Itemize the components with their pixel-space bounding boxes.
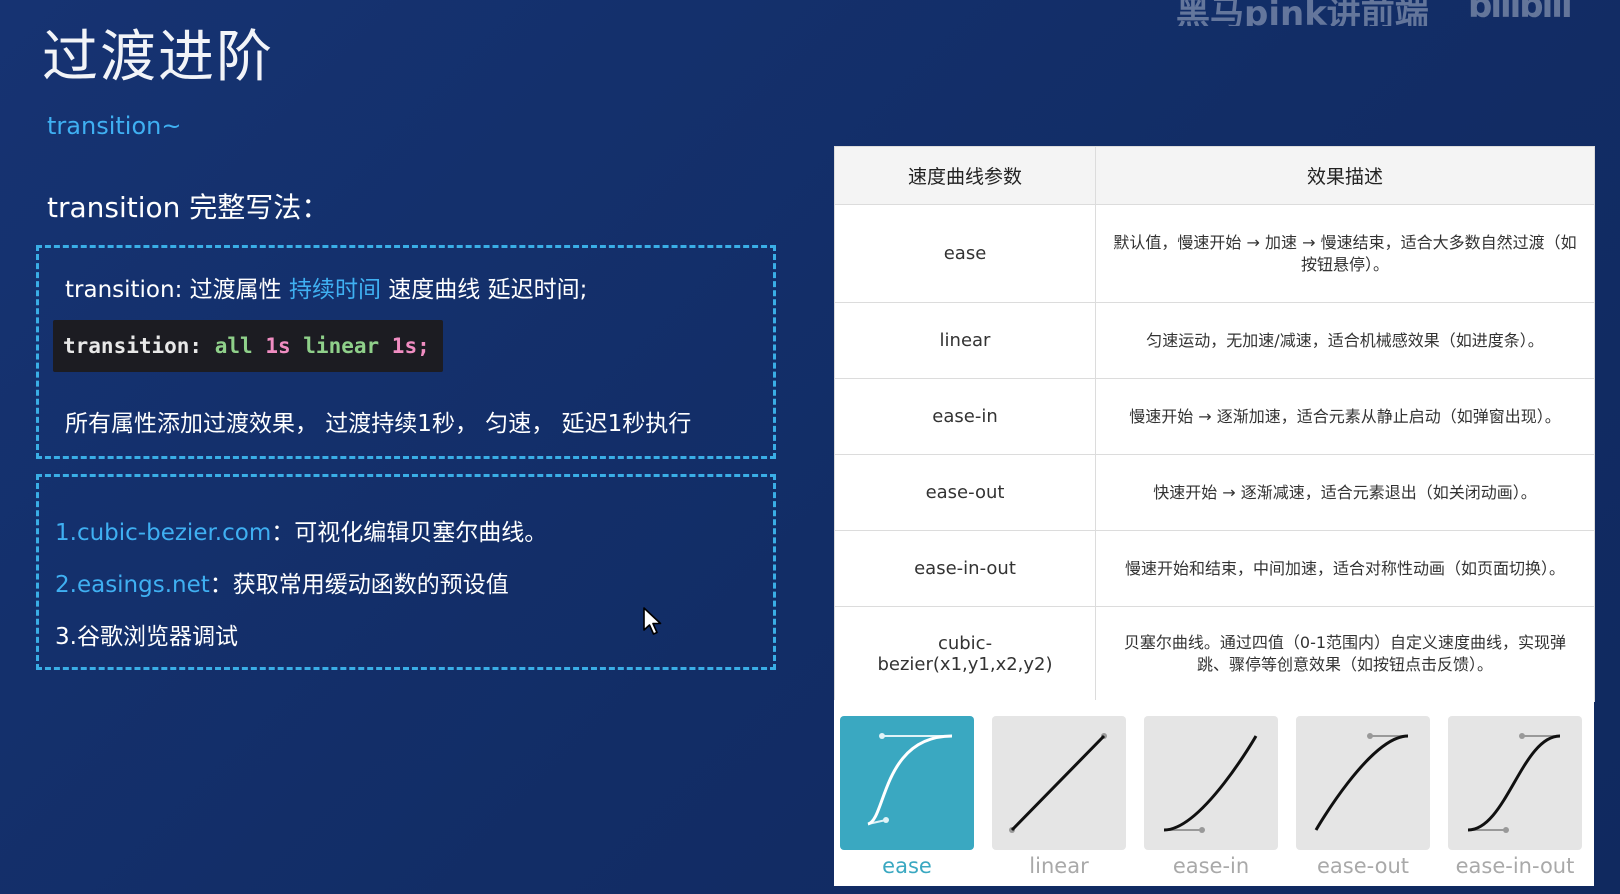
ease-curve-icon (867, 733, 953, 826)
cubic-bezier-link[interactable]: 1.cubic-bezier.com (55, 520, 271, 546)
tool-item-text: 3.谷歌浏览器调试 (55, 624, 238, 650)
ease-out-curve-icon (1314, 733, 1409, 831)
timing-function-table-panel: 速度曲线参数 效果描述 ease 默认值，慢速开始 → 加速 → 慢速结束，适合… (834, 146, 1595, 702)
desc-cell: 贝塞尔曲线。通过四值（0-1范围内）自定义速度曲线，实现弹跳、骤停等创意效果（如… (1095, 606, 1595, 702)
tool-item-text: ：可视化编辑贝塞尔曲线。 (271, 520, 548, 546)
linear-curve-icon (1009, 733, 1107, 833)
code-explanation: 所有属性添加过渡效果， 过渡持续1秒， 匀速， 延迟1秒执行 (65, 411, 692, 437)
desc-cell: 匀速运动，无加速/减速，适合机械感效果（如进度条）。 (1095, 302, 1595, 379)
code-value-timing: linear (303, 334, 380, 358)
curve-label-ease: ease (882, 854, 932, 878)
table-row: linear 匀速运动，无加速/减速，适合机械感效果（如进度条）。 (834, 302, 1595, 379)
syntax-suffix: 速度曲线 延迟时间; (380, 277, 588, 303)
code-property: transition: (63, 334, 203, 358)
curve-card-ease[interactable] (840, 716, 974, 850)
param-cell: ease-in-out (834, 530, 1096, 607)
ease-in-out-curve-icon (1467, 733, 1561, 833)
param-cell: ease-in (834, 378, 1096, 455)
table-header-row: 速度曲线参数 效果描述 (834, 146, 1595, 205)
syntax-duration-highlight: 持续时间 (288, 277, 381, 303)
tool-item-text: ：获取常用缓动函数的预设值 (209, 572, 509, 598)
curve-label-ease-in: ease-in (1172, 854, 1250, 878)
desc-cell: 慢速开始和结束，中间加速，适合对称性动画（如页面切换）。 (1095, 530, 1595, 607)
curve-label-linear: linear (1029, 854, 1089, 878)
page-title: 过渡进阶 (42, 25, 274, 90)
table-row: ease 默认值，慢速开始 → 加速 → 慢速结束，适合大多数自然过渡（如按钮悬… (834, 204, 1595, 303)
param-cell: ease (834, 204, 1096, 303)
table-row: ease-in-out 慢速开始和结束，中间加速，适合对称性动画（如页面切换）。 (834, 530, 1595, 607)
ease-in-curve-icon (1163, 735, 1258, 833)
section-heading: transition 完整写法： (47, 191, 330, 224)
curve-label-ease-in-out: ease-in-out (1455, 854, 1575, 878)
param-cell: cubic-bezier(x1,y1,x2,y2) (834, 606, 1096, 702)
watermark-text: 黑马pink讲前端 (1176, 0, 1429, 26)
desc-cell: 慢速开始 → 逐渐加速，适合元素从静止启动（如弹窗出现）。 (1095, 378, 1595, 455)
column-header-param: 速度曲线参数 (834, 146, 1096, 205)
timing-function-table: 速度曲线参数 效果描述 ease 默认值，慢速开始 → 加速 → 慢速结束，适合… (834, 146, 1595, 702)
curve-label-ease-out: ease-out (1316, 854, 1409, 878)
table-row: ease-in 慢速开始 → 逐渐加速，适合元素从静止启动（如弹窗出现）。 (834, 378, 1595, 455)
column-header-desc: 效果描述 (1095, 146, 1595, 205)
code-value-duration: 1s (265, 334, 291, 358)
tools-box: 1.cubic-bezier.com：可视化编辑贝塞尔曲线。 2.easings… (36, 474, 776, 670)
tool-item-chrome-debug: 3.谷歌浏览器调试 (55, 617, 238, 651)
code-example: transition: all 1s linear 1s; (53, 320, 443, 372)
bilibili-logo-icon: bilibili (1468, 0, 1573, 26)
curve-card-ease-in[interactable] (1144, 716, 1278, 850)
param-cell: linear (834, 302, 1096, 379)
easings-link[interactable]: 2.easings.net (55, 572, 210, 598)
code-value-all: all (214, 334, 253, 358)
syntax-prefix: transition: 过渡属性 (65, 277, 289, 303)
syntax-line: transition: 过渡属性 持续时间 速度曲线 延迟时间; (65, 270, 587, 304)
tool-item-cubic-bezier: 1.cubic-bezier.com：可视化编辑贝塞尔曲线。 (55, 513, 547, 547)
page-subtitle: transition~ (47, 112, 182, 140)
syntax-box: transition: 过渡属性 持续时间 速度曲线 延迟时间; transit… (36, 245, 776, 459)
table-row: ease-out 快速开始 → 逐渐减速，适合元素退出（如关闭动画）。 (834, 454, 1595, 531)
desc-cell: 快速开始 → 逐渐减速，适合元素退出（如关闭动画）。 (1095, 454, 1595, 531)
mouse-cursor-icon (643, 607, 662, 635)
desc-cell: 默认值，慢速开始 → 加速 → 慢速结束，适合大多数自然过渡（如按钮悬停）。 (1095, 204, 1595, 303)
watermark: 黑马pink讲前端 bilibili (1176, 0, 1616, 26)
param-cell: ease-out (834, 454, 1096, 531)
curve-card-ease-in-out[interactable] (1448, 716, 1582, 850)
curve-preview-panel: ease linear ease-in ease-out ease-in-out (834, 700, 1594, 886)
code-value-delay: 1s; (391, 334, 430, 358)
curve-card-linear[interactable] (992, 716, 1126, 850)
tool-item-easings: 2.easings.net：获取常用缓动函数的预设值 (55, 565, 509, 599)
table-row: cubic-bezier(x1,y1,x2,y2) 贝塞尔曲线。通过四值（0-1… (834, 606, 1595, 702)
curve-card-ease-out[interactable] (1296, 716, 1430, 850)
